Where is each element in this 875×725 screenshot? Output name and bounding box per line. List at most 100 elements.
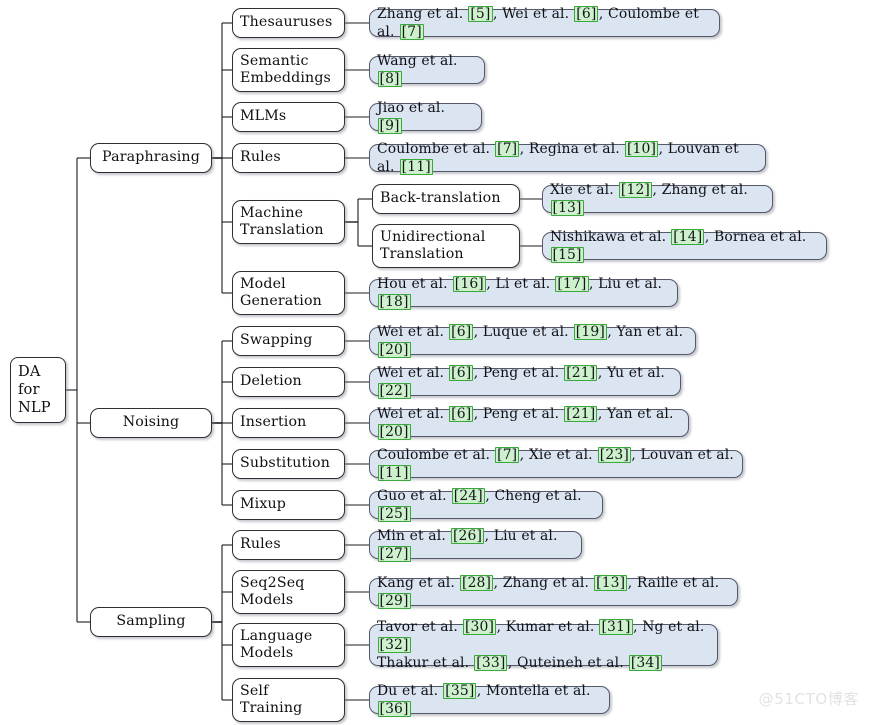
reference-tag[interactable]: [18]: [377, 294, 411, 310]
category-node-thesauruses-label: Thesauruses: [240, 14, 333, 31]
reference-tag[interactable]: [16]: [452, 276, 486, 292]
category-node-rules-label: Rules: [240, 149, 281, 166]
reference-tag[interactable]: [7]: [495, 141, 520, 157]
branch-node-noising: Noising: [90, 408, 212, 438]
reference-tag[interactable]: [21]: [564, 365, 598, 381]
reference-tag[interactable]: [25]: [377, 506, 411, 522]
reference-tag[interactable]: [5]: [468, 6, 493, 22]
category-node-rules: Rules: [232, 530, 345, 560]
category-node-insertion-label: Insertion: [240, 414, 307, 431]
citation-box-rules-label: Coulombe et al. [7], Regina et al. [10],…: [377, 141, 739, 175]
category-node-mlms-label: MLMs: [240, 108, 287, 125]
citation-box-back-translation-label: Xie et al. [12], Zhang et al. [13]: [550, 182, 748, 216]
citation-box-rules: Coulombe et al. [7], Regina et al. [10],…: [369, 141, 766, 175]
category-node-self-training-label: Self Training: [240, 682, 303, 717]
citation-box-back-translation: Xie et al. [12], Zhang et al. [13]: [542, 182, 773, 216]
category-node-language-models-label: Language Models: [240, 627, 313, 662]
citation-box-rules-label: Min et al. [26], Liu et al. [27]: [377, 528, 558, 562]
reference-tag[interactable]: [6]: [574, 6, 599, 22]
citation-box-deletion: Wei et al. [6], Peng et al. [21], Yu et …: [369, 365, 681, 399]
citation-box-rules: Min et al. [26], Liu et al. [27]: [369, 528, 582, 562]
reference-tag[interactable]: [20]: [377, 424, 411, 440]
category-node-deletion-label: Deletion: [240, 373, 302, 390]
category-node-machine-translation-label: Machine Translation: [240, 204, 324, 239]
reference-tag[interactable]: [20]: [377, 342, 411, 358]
citation-box-unidirectional-translation: Nishikawa et al. [14], Bornea et al. [15…: [542, 229, 827, 263]
reference-tag[interactable]: [6]: [449, 365, 474, 381]
reference-tag[interactable]: [10]: [624, 141, 659, 157]
citation-box-mixup: Guo et al. [24], Cheng et al. [25]: [369, 488, 603, 522]
citation-box-unidirectional-translation-label: Nishikawa et al. [14], Bornea et al. [15…: [550, 229, 807, 263]
citation-box-semantic-embeddings-label: Wang et al. [8]: [377, 53, 458, 87]
reference-tag[interactable]: [27]: [377, 546, 411, 562]
category-node-swapping: Swapping: [232, 326, 345, 356]
category-node-rules-label: Rules: [240, 536, 281, 553]
citation-box-thesauruses: Zhang et al. [5], Wei et al. [6], Coulom…: [369, 6, 720, 40]
reference-tag[interactable]: [35]: [443, 683, 477, 699]
citation-box-model-generation: Hou et al. [16], Li et al. [17], Liu et …: [369, 276, 678, 310]
category-node-thesauruses: Thesauruses: [232, 8, 345, 38]
reference-tag[interactable]: [14]: [671, 229, 705, 245]
reference-tag[interactable]: [7]: [495, 447, 520, 463]
reference-tag[interactable]: [12]: [618, 182, 653, 198]
citation-box-mlms-label: Jiao et al. [9]: [377, 100, 446, 134]
branch-node-paraphrasing: Paraphrasing: [90, 143, 212, 173]
reference-tag[interactable]: [29]: [377, 593, 411, 609]
citation-box-insertion-label: Wei et al. [6], Peng et al. [21], Yan et…: [377, 406, 674, 440]
reference-tag[interactable]: [21]: [564, 406, 598, 422]
reference-tag[interactable]: [19]: [573, 324, 607, 340]
reference-tag[interactable]: [30]: [462, 619, 497, 635]
reference-tag[interactable]: [32]: [377, 637, 411, 653]
category-node-insertion: Insertion: [232, 408, 345, 438]
category-node-semantic-embeddings: Semantic Embeddings: [232, 48, 345, 92]
citation-box-thesauruses-label: Zhang et al. [5], Wei et al. [6], Coulom…: [377, 6, 699, 40]
citation-box-mixup-label: Guo et al. [24], Cheng et al. [25]: [377, 488, 582, 522]
subcategory-node-back-translation-label: Back-translation: [380, 190, 501, 207]
branch-node-paraphrasing-label: Paraphrasing: [102, 149, 200, 166]
branch-node-sampling-label: Sampling: [116, 613, 186, 630]
citation-box-language-models: Tavor et al. [30], Kumar et al. [31], Ng…: [369, 619, 718, 671]
subcategory-node-unidirectional-translation-label: Unidirectional Translation: [380, 228, 486, 263]
citation-box-swapping-label: Wei et al. [6], Luque et al. [19], Yan e…: [377, 324, 684, 358]
reference-tag[interactable]: [11]: [399, 159, 433, 175]
reference-tag[interactable]: [22]: [377, 383, 411, 399]
category-node-mixup: Mixup: [232, 490, 345, 520]
reference-tag[interactable]: [33]: [474, 655, 508, 671]
reference-tag[interactable]: [15]: [550, 247, 584, 263]
citation-box-insertion: Wei et al. [6], Peng et al. [21], Yan et…: [369, 406, 689, 440]
citation-box-substitution: Coulombe et al. [7], Xie et al. [23], Lo…: [369, 447, 743, 481]
reference-tag[interactable]: [24]: [451, 488, 485, 504]
citation-box-language-models-label: Tavor et al. [30], Kumar et al. [31], Ng…: [377, 619, 705, 671]
category-node-self-training: Self Training: [232, 678, 345, 722]
reference-tag[interactable]: [13]: [594, 575, 628, 591]
reference-tag[interactable]: [9]: [377, 118, 402, 134]
subcategory-node-back-translation: Back-translation: [372, 184, 520, 214]
watermark: @51CTO博客: [758, 690, 859, 708]
citation-box-model-generation-label: Hou et al. [16], Li et al. [17], Liu et …: [377, 276, 663, 310]
citation-box-swapping: Wei et al. [6], Luque et al. [19], Yan e…: [369, 324, 696, 358]
category-node-rules: Rules: [232, 143, 345, 173]
branch-node-noising-label: Noising: [122, 414, 180, 431]
citation-box-self-training-label: Du et al. [35], Montella et al. [36]: [377, 683, 591, 717]
reference-tag[interactable]: [36]: [377, 701, 411, 717]
citation-box-substitution-label: Coulombe et al. [7], Xie et al. [23], Lo…: [377, 447, 734, 481]
reference-tag[interactable]: [11]: [377, 465, 411, 481]
category-node-model-generation-label: Model Generation: [240, 275, 322, 310]
reference-tag[interactable]: [6]: [449, 406, 474, 422]
reference-tag[interactable]: [7]: [399, 24, 424, 40]
reference-tag[interactable]: [26]: [450, 528, 485, 544]
root-node: DA for NLP: [10, 357, 66, 423]
reference-tag[interactable]: [34]: [628, 655, 662, 671]
taxonomy-diagram: DA for NLP Paraphrasing Thesauruses Zhang e…: [0, 0, 875, 725]
reference-tag[interactable]: [8]: [377, 71, 402, 87]
reference-tag[interactable]: [23]: [597, 447, 631, 463]
reference-tag[interactable]: [13]: [550, 200, 584, 216]
citation-box-seq2seq-models-label: Kang et al. [28], Zhang et al. [13], Rai…: [377, 575, 720, 609]
citation-box-mlms: Jiao et al. [9]: [369, 100, 482, 134]
reference-tag[interactable]: [6]: [449, 324, 474, 340]
reference-tag[interactable]: [31]: [599, 619, 633, 635]
citation-box-seq2seq-models: Kang et al. [28], Zhang et al. [13], Rai…: [369, 575, 738, 609]
citation-box-semantic-embeddings: Wang et al. [8]: [369, 53, 485, 87]
reference-tag[interactable]: [28]: [460, 575, 494, 591]
reference-tag[interactable]: [17]: [555, 276, 589, 292]
